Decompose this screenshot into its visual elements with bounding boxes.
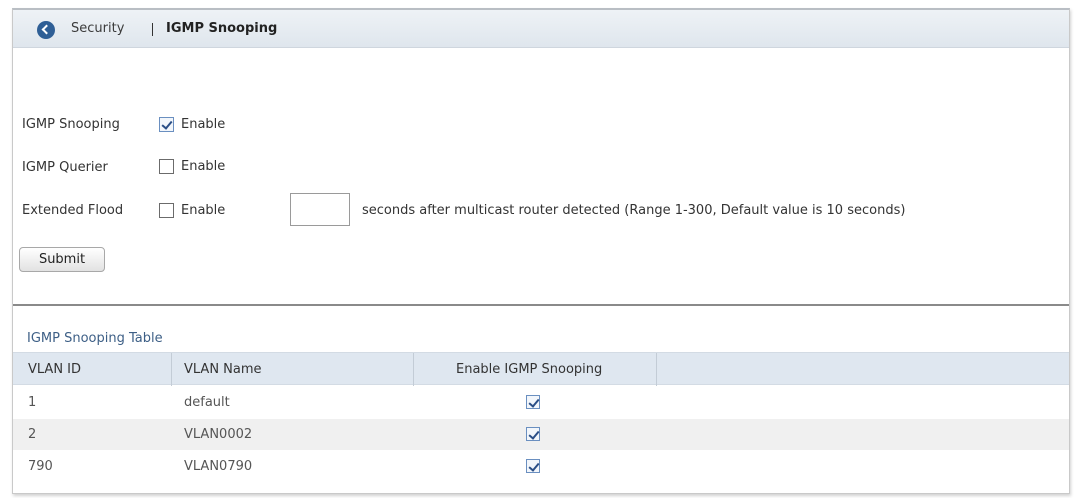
igmp-snooping-label: IGMP Snooping [22, 117, 120, 132]
vlan-name-cell: VLAN0790 [184, 459, 253, 474]
table-row: 2 VLAN0002 [13, 419, 1069, 450]
enable-igmp-snooping-checkbox[interactable] [526, 459, 540, 473]
column-separator [413, 353, 414, 386]
submit-button[interactable]: Submit [19, 247, 105, 272]
extended-flood-seconds-input[interactable] [290, 193, 350, 226]
igmp-snooping-enable-label: Enable [181, 117, 226, 132]
column-header-enable-igmp-snooping: Enable IGMP Snooping [456, 362, 603, 377]
page-title: IGMP Snooping [166, 21, 278, 36]
vlan-id-cell: 790 [28, 459, 53, 474]
vlan-id-cell: 2 [28, 427, 37, 442]
igmp-querier-label: IGMP Querier [22, 160, 108, 175]
enable-igmp-snooping-checkbox[interactable] [526, 395, 540, 409]
vlan-id-cell: 1 [28, 395, 37, 410]
column-separator [656, 353, 657, 386]
page-frame: Security IGMP Snooping IGMP Snooping Ena… [12, 8, 1070, 494]
table-row: 790 VLAN0790 [13, 451, 1069, 482]
back-chevron-icon[interactable] [37, 21, 55, 39]
breadcrumb-parent-link[interactable]: Security [71, 21, 124, 36]
column-header-vlan-id: VLAN ID [28, 362, 82, 377]
igmp-querier-enable-label: Enable [181, 159, 226, 174]
vlan-name-cell: VLAN0002 [184, 427, 253, 442]
extended-flood-label: Extended Flood [22, 203, 124, 218]
table-title: IGMP Snooping Table [27, 331, 163, 346]
column-header-vlan-name: VLAN Name [184, 362, 262, 377]
table-row: 1 default [13, 387, 1069, 418]
page-header: Security IGMP Snooping [13, 10, 1069, 48]
vlan-name-cell: default [184, 395, 230, 410]
extended-flood-enable-checkbox[interactable] [159, 203, 174, 218]
table-header-row: VLAN ID VLAN Name Enable IGMP Snooping [13, 352, 1069, 386]
igmp-querier-enable-checkbox[interactable] [159, 159, 174, 174]
section-divider [13, 304, 1069, 306]
enable-igmp-snooping-checkbox[interactable] [526, 427, 540, 441]
breadcrumb-separator [152, 23, 153, 36]
extended-flood-enable-label: Enable [181, 203, 226, 218]
extended-flood-seconds-description: seconds after multicast router detected … [362, 203, 906, 218]
column-separator [171, 353, 172, 386]
igmp-snooping-enable-checkbox[interactable] [159, 117, 174, 132]
